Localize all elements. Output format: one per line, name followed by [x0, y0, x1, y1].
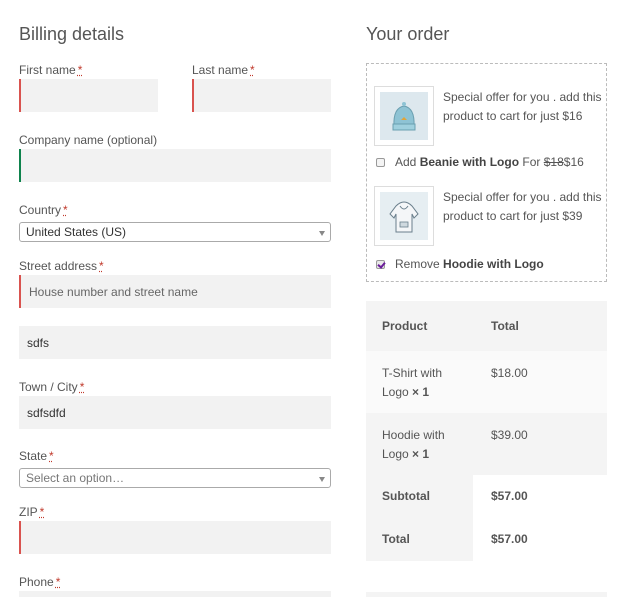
payment-section-edge [366, 592, 607, 597]
zip-field[interactable] [19, 521, 331, 554]
total-value: $57.00 [491, 532, 528, 546]
upsell-offers-box: Special offer for you . add this product… [366, 63, 607, 282]
phone-field[interactable] [19, 591, 331, 597]
total-label: Total [382, 532, 410, 546]
table-row: Hoodie with Logo × 1 $39.00 [366, 413, 607, 475]
item-name: T-Shirt with Logo × 1 [382, 366, 443, 399]
item-total: $39.00 [491, 428, 528, 442]
phone-label: Phone * [19, 575, 61, 589]
item-total: $18.00 [491, 366, 528, 380]
zip-label: ZIP * [19, 505, 45, 519]
chevron-down-icon [319, 477, 325, 482]
subtotal-value: $57.00 [491, 489, 528, 503]
column-total-header: Total [491, 319, 519, 333]
city-field[interactable]: sdfsdfd [19, 396, 331, 429]
offer-text-hoodie: Special offer for you . add this product… [443, 190, 602, 223]
beanie-offer-checkbox[interactable] [376, 158, 385, 167]
offer-text-beanie: Special offer for you . add this product… [443, 90, 602, 123]
item-name: Hoodie with Logo × 1 [382, 428, 445, 461]
country-label: Country * [19, 203, 68, 217]
first-name-label: First name * [19, 63, 83, 77]
street-label: Street address * [19, 259, 104, 273]
company-label: Company name (optional) [19, 133, 158, 147]
table-header-row: Product Total [366, 301, 607, 351]
state-label: State * [19, 449, 54, 463]
beanie-image [374, 86, 434, 146]
chevron-down-icon [319, 231, 325, 236]
order-title: Your order [366, 24, 450, 44]
hoodie-offer-checkbox[interactable] [376, 260, 385, 269]
billing-title: Billing details [19, 24, 125, 44]
hoodie-offer-label[interactable]: Remove Hoodie with Logo [395, 257, 544, 271]
street-address-line2-field[interactable]: sdfs [19, 326, 331, 359]
company-field[interactable] [19, 149, 331, 182]
country-select[interactable]: United States (US) [19, 222, 331, 242]
beanie-offer-label[interactable]: Add Beanie with Logo For $18$16 [395, 155, 584, 169]
city-label: Town / City * [19, 380, 85, 394]
last-name-label: Last name * [192, 63, 255, 77]
last-name-field[interactable] [192, 79, 331, 112]
street-address-field[interactable]: House number and street name [19, 275, 331, 308]
column-product-header: Product [382, 319, 428, 333]
totals-block: Subtotal $57.00 Total $57.00 [366, 475, 607, 561]
table-row: T-Shirt with Logo × 1 $18.00 [366, 351, 607, 413]
state-select[interactable]: Select an option… [19, 468, 331, 488]
hoodie-image [374, 186, 434, 246]
subtotal-label: Subtotal [382, 489, 430, 503]
first-name-field[interactable] [19, 79, 158, 112]
